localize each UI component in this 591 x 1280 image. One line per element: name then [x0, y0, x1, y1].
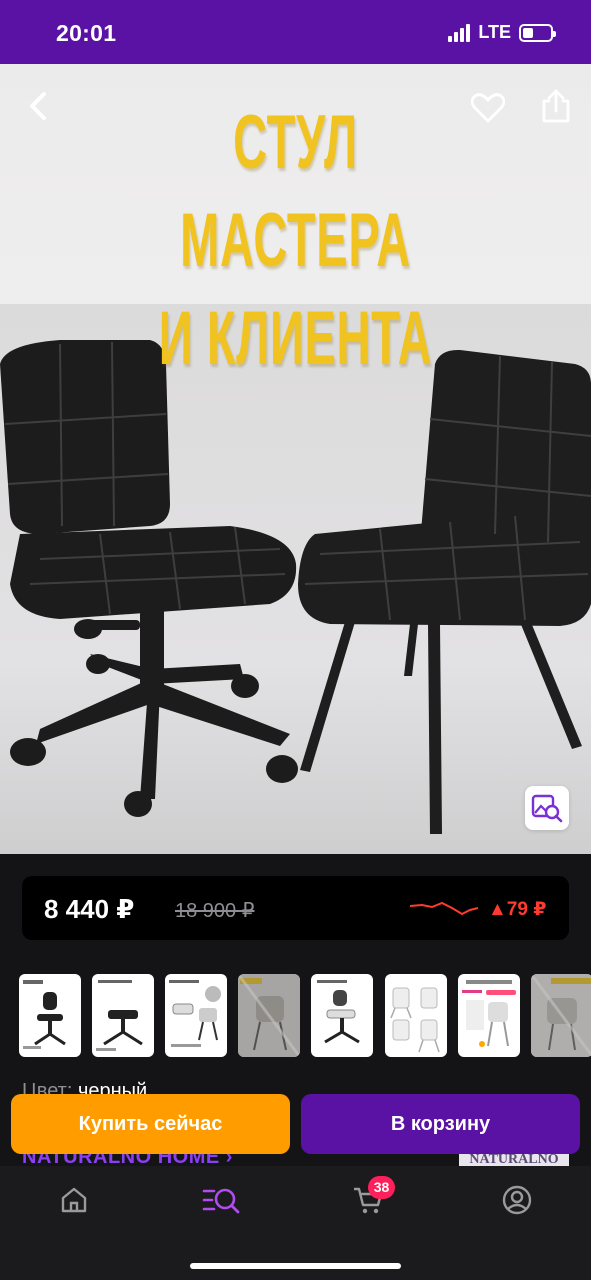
network-label: LTE: [478, 22, 511, 42]
thumbnail-6[interactable]: [385, 974, 447, 1057]
thumbnail-2[interactable]: [92, 974, 154, 1057]
tab-home[interactable]: [44, 1182, 104, 1218]
hero-title: СТУЛ МАСТЕРА И КЛИЕНТА: [112, 94, 478, 388]
back-arrow-icon: [30, 92, 46, 120]
battery-icon: [519, 23, 556, 42]
thumbnail-3[interactable]: [165, 974, 227, 1057]
price-change: ▲79 ₽: [488, 899, 547, 920]
thumbnail-7[interactable]: [458, 974, 520, 1057]
thumbnail-1-image: [23, 980, 66, 1049]
thumbnail-3-image: [169, 980, 221, 1047]
thumbnail-8[interactable]: [531, 974, 591, 1057]
thumbnail-1[interactable]: [19, 974, 81, 1057]
hero-title-line1: СТУЛ МАСТЕРА: [180, 100, 411, 283]
heart-icon: [471, 93, 505, 123]
tab-catalog[interactable]: [191, 1182, 251, 1218]
image-search-button[interactable]: [525, 786, 569, 830]
back-button[interactable]: [18, 86, 58, 126]
thumbnail-strip[interactable]: [19, 974, 591, 1058]
add-to-cart-button[interactable]: В корзину: [301, 1094, 580, 1154]
thumbnail-8-image: [531, 974, 591, 1057]
tab-profile[interactable]: [487, 1182, 547, 1218]
status-indicators: LTE: [448, 22, 556, 43]
share-button[interactable]: [536, 84, 576, 128]
favorite-button[interactable]: [466, 86, 510, 130]
share-icon: [542, 89, 570, 123]
thumbnail-7-image: [462, 980, 516, 1047]
hero-title-line2: И КЛИЕНТА: [158, 296, 433, 381]
thumbnail-5-image: [317, 980, 360, 1044]
catalog-search-icon: [202, 1188, 240, 1214]
thumbnail-5[interactable]: [311, 974, 373, 1057]
status-time: 20:01: [56, 20, 117, 46]
home-icon: [61, 1187, 87, 1213]
current-price: 8 440 ₽: [44, 894, 135, 924]
image-search-icon: [531, 794, 563, 823]
price-card[interactable]: 8 440 ₽ 18 900 ₽ ▲79 ₽: [22, 876, 569, 940]
thumbnail-4[interactable]: [238, 974, 300, 1057]
thumbnail-6-image: [390, 987, 440, 1053]
home-indicator: [190, 1263, 401, 1269]
buy-now-button[interactable]: Купить сейчас: [11, 1094, 290, 1154]
old-price: 18 900 ₽: [175, 900, 255, 922]
status-bar: 20:01 LTE: [0, 0, 591, 64]
profile-icon: [502, 1185, 532, 1215]
thumbnail-4-image: [238, 974, 300, 1057]
cart-count-badge: 38: [368, 1176, 395, 1199]
thumbnail-2-image: [96, 980, 143, 1051]
product-image[interactable]: СТУЛ МАСТЕРА И КЛИЕНТА: [0, 64, 591, 854]
signal-icon: [448, 23, 471, 42]
price-history-sparkline: [409, 901, 479, 916]
